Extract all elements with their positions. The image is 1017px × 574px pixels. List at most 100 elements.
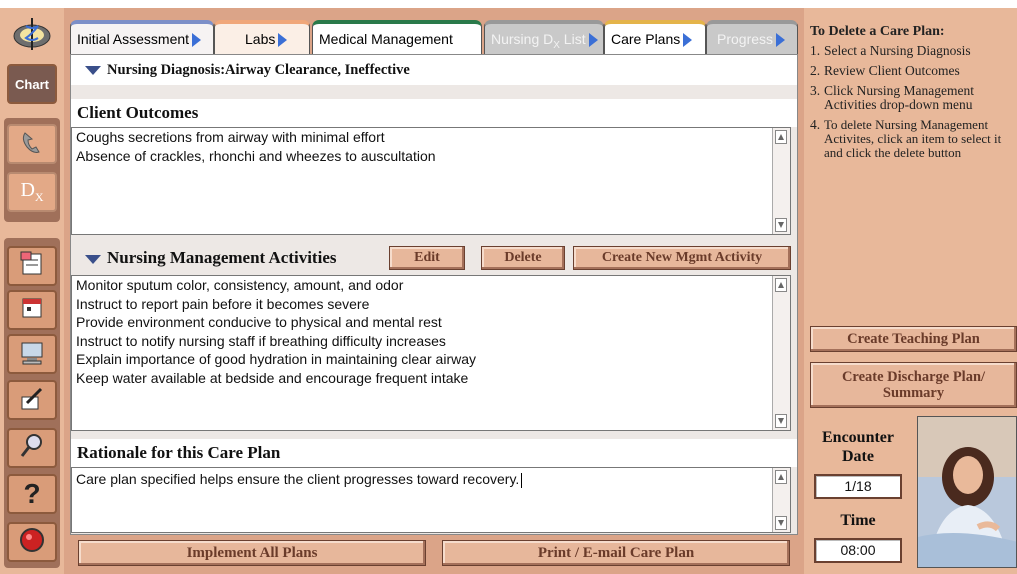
outcomes-scrollbar[interactable] bbox=[772, 128, 790, 234]
computer-icon bbox=[17, 337, 47, 372]
dx-button[interactable]: DX bbox=[7, 172, 57, 212]
edit-button[interactable]: Edit bbox=[389, 246, 465, 270]
tab-labs[interactable]: Labs bbox=[214, 20, 310, 54]
caduceus-logo-icon[interactable] bbox=[10, 16, 54, 52]
tab-arrow-icon bbox=[776, 33, 786, 48]
client-outcomes-header: Client Outcomes bbox=[71, 99, 797, 127]
encounter-date-field[interactable]: 1/18 bbox=[814, 474, 902, 499]
calendar-button[interactable] bbox=[7, 290, 57, 330]
scroll-down-icon[interactable] bbox=[775, 414, 787, 428]
pencil-button[interactable] bbox=[7, 380, 57, 420]
tab-care-plans[interactable]: Care Plans bbox=[604, 20, 706, 54]
outcome-line: Absence of crackles, rhonchi and wheezes… bbox=[76, 147, 436, 164]
step-number: 2. bbox=[810, 63, 821, 78]
rationale-title: Rationale for this Care Plan bbox=[77, 443, 281, 462]
step-number: 1. bbox=[810, 43, 821, 58]
instruction-step: 1. Select a Nursing Diagnosis bbox=[810, 44, 1017, 58]
tab-medical-management[interactable]: Medical Management bbox=[312, 20, 482, 54]
implement-all-plans-button[interactable]: Implement All Plans bbox=[78, 540, 426, 566]
list-item[interactable]: Explain importance of good hydration in … bbox=[76, 350, 786, 369]
delete-label: Delete bbox=[504, 250, 542, 265]
dx-subscript: X bbox=[34, 190, 44, 204]
create-teaching-plan-button[interactable]: Create Teaching Plan bbox=[810, 326, 1017, 352]
step-text: Click Nursing Management Activities drop… bbox=[824, 83, 974, 112]
help-button[interactable]: ? bbox=[7, 474, 57, 514]
note-icon bbox=[17, 249, 47, 284]
instruction-step: 2. Review Client Outcomes bbox=[810, 64, 1017, 78]
app-window: Chart DX ? Initial Assessment Labs Medic… bbox=[0, 0, 1017, 574]
dropdown-triangle-icon bbox=[85, 66, 101, 76]
delete-instructions: To Delete a Care Plan: 1. Select a Nursin… bbox=[810, 24, 1017, 166]
teaching-label: Create Teaching Plan bbox=[847, 331, 980, 347]
encounter-label-line-2: Date bbox=[842, 448, 874, 465]
create-mgmt-label: Create New Mgmt Activity bbox=[601, 250, 763, 265]
step-text: To delete Nursing Management Activites, … bbox=[824, 117, 1002, 160]
magnifier-button[interactable] bbox=[7, 428, 57, 468]
mgmt-activities-header: Nursing Management Activities Edit Delet… bbox=[71, 243, 797, 273]
care-plan-panel: Initial Assessment Labs Medical Manageme… bbox=[64, 8, 804, 574]
print-label: Print / E-mail Care Plan bbox=[537, 545, 695, 561]
dx-icon: DX bbox=[20, 179, 43, 205]
time-value: 08:00 bbox=[840, 542, 876, 558]
date-value: 1/18 bbox=[844, 478, 872, 494]
care-plan-content: Nursing Diagnosis:Airway Clearance, Inef… bbox=[70, 54, 798, 535]
dropdown-triangle-icon bbox=[85, 254, 101, 264]
tab-label-suffix: List bbox=[559, 31, 586, 47]
tab-label: Care Plans bbox=[611, 31, 681, 47]
implement-label: Implement All Plans bbox=[186, 545, 318, 561]
help-icon: ? bbox=[23, 478, 41, 509]
mgmt-activities-title: Nursing Management Activities bbox=[107, 248, 337, 267]
list-item[interactable]: Instruct to report pain before it become… bbox=[76, 295, 786, 314]
phone-button[interactable] bbox=[7, 124, 57, 164]
scroll-up-icon[interactable] bbox=[775, 278, 787, 292]
tab-initial-assessment[interactable]: Initial Assessment bbox=[70, 20, 214, 54]
tab-progress[interactable]: Progress bbox=[706, 20, 798, 54]
computer-button[interactable] bbox=[7, 334, 57, 374]
client-outcomes-textbox[interactable]: Coughs secretions from airway with minim… bbox=[71, 127, 791, 235]
client-outcomes-title: Client Outcomes bbox=[77, 103, 199, 122]
create-discharge-plan-button[interactable]: Create Discharge Plan/ Summary bbox=[810, 362, 1017, 408]
step-number: 4. bbox=[810, 117, 821, 132]
time-label-text: Time bbox=[840, 512, 876, 529]
rationale-header: Rationale for this Care Plan bbox=[71, 439, 797, 467]
phone-icon bbox=[17, 127, 47, 162]
rationale-scrollbar[interactable] bbox=[772, 468, 790, 532]
scroll-down-icon[interactable] bbox=[775, 516, 787, 530]
scroll-up-icon[interactable] bbox=[775, 470, 787, 484]
list-item[interactable]: Instruct to notify nursing staff if brea… bbox=[76, 332, 786, 351]
print-email-care-plan-button[interactable]: Print / E-mail Care Plan bbox=[442, 540, 790, 566]
patient-photo bbox=[917, 416, 1017, 568]
list-item[interactable]: Monitor sputum color, consistency, amoun… bbox=[76, 276, 786, 295]
mgmt-activities-dropdown[interactable]: Nursing Management Activities bbox=[85, 243, 336, 273]
instruction-step: 4. To delete Nursing Management Activites… bbox=[810, 118, 1017, 160]
tab-label: Nursing D bbox=[491, 31, 554, 47]
left-toolbar: Chart DX ? bbox=[0, 8, 64, 574]
scroll-up-icon[interactable] bbox=[775, 130, 787, 144]
pencil-icon bbox=[17, 383, 47, 418]
mgmt-scrollbar[interactable] bbox=[772, 276, 790, 430]
rationale-textbox[interactable]: Care plan specified helps ensure the cli… bbox=[71, 467, 791, 533]
instructions-panel: To Delete a Care Plan: 1. Select a Nursin… bbox=[804, 8, 1017, 574]
step-number: 3. bbox=[810, 83, 821, 98]
tab-arrow-icon bbox=[588, 33, 598, 48]
delete-button[interactable]: Delete bbox=[481, 246, 565, 270]
create-mgmt-activity-button[interactable]: Create New Mgmt Activity bbox=[573, 246, 791, 270]
mgmt-activities-list[interactable]: Monitor sputum color, consistency, amoun… bbox=[71, 275, 791, 431]
stop-button[interactable] bbox=[7, 522, 57, 562]
chart-button[interactable]: Chart bbox=[7, 64, 57, 104]
encounter-date-label: Encounter Date bbox=[806, 428, 910, 466]
tab-label: Medical Management bbox=[319, 31, 453, 47]
notes-button[interactable] bbox=[7, 246, 57, 286]
nursing-diagnosis-dropdown[interactable]: Nursing Diagnosis:Airway Clearance, Inef… bbox=[71, 55, 797, 85]
tab-label: Progress bbox=[717, 31, 774, 47]
tab-arrow-icon bbox=[683, 33, 693, 48]
discharge-label-line-2: Summary bbox=[882, 385, 945, 401]
list-item[interactable]: Keep water available at bedside and enco… bbox=[76, 369, 786, 388]
tab-label: Labs bbox=[245, 31, 276, 47]
time-field[interactable]: 08:00 bbox=[814, 538, 902, 563]
encounter-label-line-1: Encounter bbox=[822, 429, 894, 446]
magnifier-icon bbox=[17, 431, 47, 466]
tab-nursing-dx-list[interactable]: Nursing DX List bbox=[484, 20, 604, 54]
list-item[interactable]: Provide environment conducive to physica… bbox=[76, 313, 786, 332]
scroll-down-icon[interactable] bbox=[775, 218, 787, 232]
